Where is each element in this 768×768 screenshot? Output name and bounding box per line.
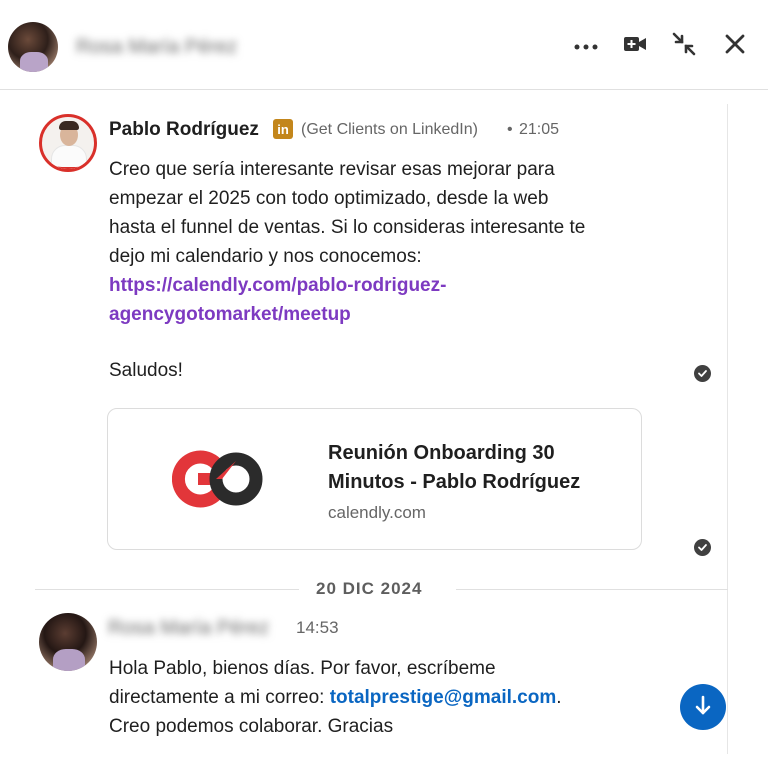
message-line: empezar el 2025 con todo optimizado, des… [109, 188, 549, 209]
calendly-link-continued[interactable]: agencygotomarket/meetup [109, 300, 649, 329]
date-divider-right [456, 589, 728, 590]
more-icon [574, 37, 598, 55]
date-separator: 20 DIC 2024 [316, 579, 423, 598]
link-preview-domain: calendly.com [328, 503, 426, 522]
message-line: Creo que sería interesante revisar esas … [109, 159, 555, 180]
conversation-header: Rosa María Pérez [0, 0, 768, 90]
message-body: Creo que sería interesante revisar esas … [109, 155, 649, 329]
reply-time: 14:53 [296, 618, 339, 637]
contact-avatar[interactable] [8, 22, 58, 72]
arrow-down-icon [693, 694, 713, 721]
read-receipt-icon [694, 539, 711, 556]
reply-line: Hola Pablo, bienos días. Por favor, escr… [109, 658, 496, 679]
separator-dot: • [507, 121, 513, 138]
reply-line: Creo podemos colaborar. Gracias [109, 716, 394, 737]
close-icon [724, 33, 746, 60]
link-preview-card[interactable]: Reunión Onboarding 30 Minutos - Pablo Ro… [107, 408, 642, 550]
message-closing: Saludos! [109, 360, 183, 381]
reply-sender-avatar[interactable] [39, 613, 97, 671]
calendly-link[interactable]: https://calendly.com/pablo-rodriguez- [109, 271, 649, 300]
reply-line-prefix: directamente a mi correo: [109, 687, 330, 708]
video-call-icon [623, 35, 647, 58]
linkedin-premium-icon: in [273, 119, 293, 139]
reply-body: Hola Pablo, bienos días. Por favor, escr… [109, 654, 669, 741]
message-time: 21:05 [519, 121, 560, 138]
scroll-track[interactable] [727, 104, 728, 754]
sender-name[interactable]: Pablo Rodríguez [109, 119, 259, 141]
message-line: dejo mi calendario y nos conocemos: [109, 246, 422, 267]
email-link[interactable]: totalprestige@gmail.com [330, 687, 557, 708]
collapse-icon [671, 31, 697, 62]
link-preview-title[interactable]: Reunión Onboarding 30 Minutos - Pablo Ro… [328, 439, 628, 497]
minimize-button[interactable] [668, 30, 700, 62]
sender-avatar[interactable] [39, 114, 97, 172]
close-button[interactable] [719, 30, 751, 62]
sender-headline: (Get Clients on LinkedIn) [301, 121, 478, 138]
reply-sender-name[interactable]: Rosa María Pérez [108, 617, 269, 640]
scroll-to-bottom-button[interactable] [680, 684, 726, 730]
date-divider-left [35, 589, 299, 590]
go-logo-icon [171, 449, 268, 509]
reply-line-suffix: . [556, 687, 562, 708]
reply-line: directamente a mi correo: totalprestige@… [109, 683, 669, 712]
read-receipt-icon [694, 365, 711, 382]
video-call-button[interactable] [619, 30, 651, 62]
more-options-button[interactable] [570, 30, 602, 62]
message-line: hasta el funnel de ventas. Si lo conside… [109, 217, 586, 238]
contact-name[interactable]: Rosa María Pérez [76, 36, 237, 59]
